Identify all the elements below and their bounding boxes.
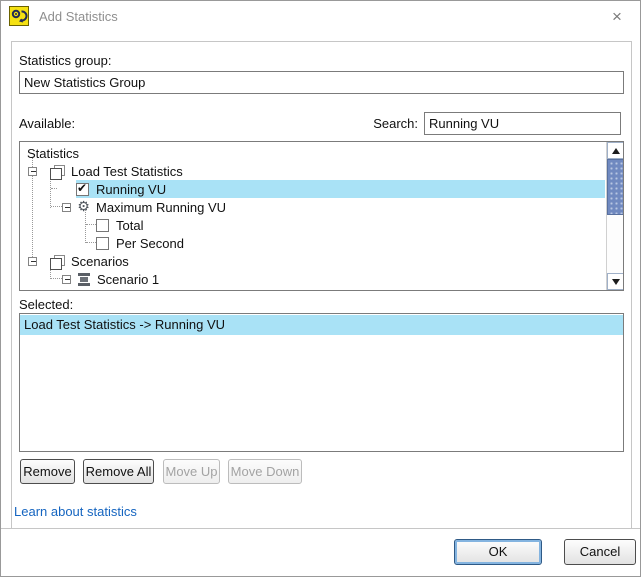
scrollbar-thumb[interactable] [607, 159, 623, 215]
checkbox-checked-icon[interactable] [76, 181, 89, 196]
ok-button[interactable]: OK [454, 539, 542, 565]
tree-node-label: Running VU [96, 181, 167, 197]
collapse-icon[interactable] [28, 166, 37, 176]
tree-content: Statistics Load Test Statistics Running … [20, 142, 606, 290]
search-input[interactable] [424, 112, 621, 135]
collapse-icon[interactable] [28, 256, 37, 266]
tree-node-label: Total [116, 217, 144, 233]
selected-list-item[interactable]: Load Test Statistics -> Running VU [20, 315, 623, 335]
app-logo-icon [9, 6, 29, 26]
tree-connector [86, 242, 96, 243]
tree-node-total[interactable]: Total [96, 216, 146, 234]
footer-divider [1, 528, 640, 529]
tree-node-per-second[interactable]: Per Second [96, 234, 187, 252]
tree-node-label: Per Second [116, 235, 184, 251]
move-down-button[interactable]: Move Down [228, 459, 302, 484]
tree-node-label: Load Test Statistics [71, 163, 183, 179]
tree-node-running-vu[interactable]: Running VU [76, 180, 605, 198]
tree-root-statistics[interactable]: Statistics [24, 144, 82, 162]
add-statistics-dialog: Add Statistics × Statistics group: Avail… [0, 0, 641, 577]
statistics-group-input[interactable] [19, 71, 624, 94]
checkbox-unchecked-icon[interactable] [96, 236, 109, 250]
tree-vertical-scrollbar[interactable] [606, 142, 623, 290]
tree-connector [51, 188, 57, 189]
move-up-button[interactable]: Move Up [163, 459, 220, 484]
checkbox-unchecked-icon[interactable] [96, 218, 109, 232]
arrow-up-icon [612, 148, 620, 154]
tree-connector [51, 206, 62, 207]
tree-connector [51, 278, 62, 279]
tree-node-scenario-1[interactable]: Scenario 1 [62, 270, 162, 288]
report-icon [50, 164, 65, 180]
arrow-down-icon [612, 279, 620, 285]
remove-all-button[interactable]: Remove All [83, 459, 154, 484]
tree-node-load-test-statistics[interactable]: Load Test Statistics [28, 162, 186, 180]
scroll-up-button[interactable] [607, 142, 623, 159]
report-icon [50, 254, 65, 270]
scenario-icon [78, 272, 90, 286]
tree-node-maximum-running-vu[interactable]: ⚙ Maximum Running VU [62, 198, 229, 216]
tree-root-label: Statistics [27, 145, 80, 161]
learn-about-statistics-link[interactable]: Learn about statistics [14, 504, 137, 519]
tree-node-label: Scenario 1 [97, 271, 160, 287]
cancel-button[interactable]: Cancel [564, 539, 636, 565]
gear-icon: ⚙ [77, 198, 90, 215]
available-statistics-tree[interactable]: Statistics Load Test Statistics Running … [19, 141, 624, 291]
scroll-down-button[interactable] [607, 273, 623, 290]
remove-button[interactable]: Remove [20, 459, 75, 484]
statistics-group-label: Statistics group: [19, 53, 112, 68]
dialog-title: Add Statistics [39, 9, 118, 24]
tree-connector [50, 178, 51, 208]
collapse-icon[interactable] [62, 274, 71, 284]
tree-node-label: Maximum Running VU [96, 199, 227, 215]
tree-connector [86, 224, 96, 225]
selected-label: Selected: [19, 297, 74, 312]
tree-node-label: Scenarios [71, 253, 129, 269]
collapse-icon[interactable] [62, 202, 71, 212]
selected-list[interactable]: Load Test Statistics -> Running VU [19, 313, 624, 452]
title-bar: Add Statistics × [1, 1, 640, 32]
close-icon[interactable]: × [606, 6, 628, 28]
tree-node-scenarios[interactable]: Scenarios [28, 252, 132, 270]
available-label: Available: [19, 116, 76, 131]
search-label: Search: [373, 116, 418, 131]
